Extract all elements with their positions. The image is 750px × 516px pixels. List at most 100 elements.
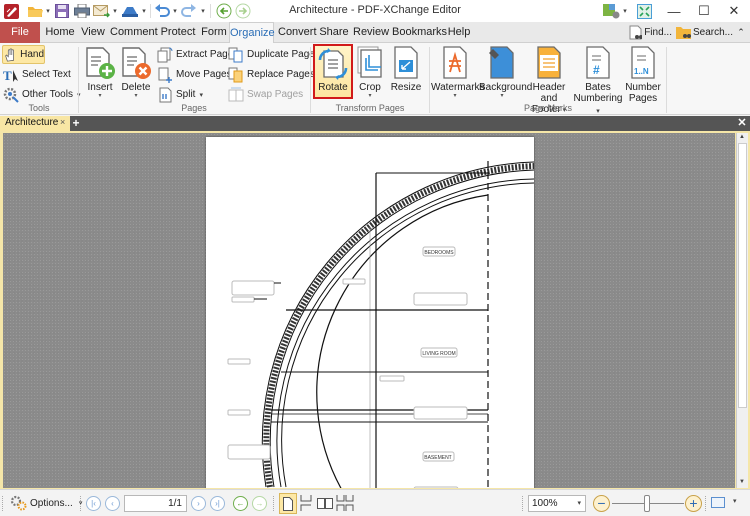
print-icon[interactable] xyxy=(74,3,90,19)
search-label: Search... xyxy=(692,26,733,38)
undo-dropdown-caret[interactable]: ▾ xyxy=(172,3,178,19)
resize-button[interactable]: Resize xyxy=(390,46,422,93)
document-tab-bar: Architecture × + ✕ xyxy=(0,116,750,131)
scan-icon[interactable] xyxy=(121,3,139,19)
find-button[interactable]: Find... xyxy=(628,22,672,43)
previous-page-button[interactable]: ‹ xyxy=(105,496,120,511)
facing-view-button[interactable] xyxy=(317,495,333,514)
tab-bookmarks[interactable]: Bookmarks xyxy=(392,22,447,43)
zoom-slider-thumb[interactable] xyxy=(644,495,650,512)
watermarks-button[interactable]: Watermarks ▾ xyxy=(431,46,485,100)
scroll-up-arrow[interactable]: ▲ xyxy=(739,134,745,140)
maximize-button[interactable]: ☐ xyxy=(688,0,720,22)
replace-pages-button[interactable]: Replace Pages xyxy=(228,65,315,84)
open-folder-icon[interactable] xyxy=(26,3,44,19)
zoom-out-button[interactable]: − xyxy=(593,495,610,512)
next-page-button[interactable]: › xyxy=(191,496,206,511)
extract-pages-button[interactable]: Extract Pages xyxy=(157,45,238,64)
options-button[interactable]: Options... ▾ xyxy=(10,495,82,511)
tab-organize[interactable]: Organize xyxy=(229,22,275,44)
tab-file[interactable]: File xyxy=(0,22,40,43)
app-window: Architecture - PDF-XChange Editor ▾ ▾ ▾ … xyxy=(0,0,750,516)
ribbon-tabs: File Home View Comment Protect Form Orga… xyxy=(0,22,750,44)
zoom-level-select[interactable]: 100% ▾ xyxy=(528,495,586,512)
single-page-view-button[interactable] xyxy=(279,493,297,514)
insert-pages-button[interactable]: Insert ▾ xyxy=(82,46,118,100)
hand-tool-button[interactable]: Hand xyxy=(2,45,45,64)
toolbar-grip[interactable] xyxy=(80,496,83,511)
tab-comment[interactable]: Comment xyxy=(110,22,158,43)
scroll-down-arrow[interactable]: ▼ xyxy=(739,479,745,485)
number-pages-button[interactable]: 1..N Number Pages xyxy=(624,46,662,104)
tab-convert[interactable]: Convert xyxy=(278,22,317,43)
first-page-button[interactable]: |‹ xyxy=(86,496,101,511)
tab-share[interactable]: Share xyxy=(319,22,349,43)
close-tab-icon[interactable]: × xyxy=(60,115,65,129)
tab-review[interactable]: Review xyxy=(353,22,389,43)
document-workspace: BEDROOMS LIVING ROOM BASEMENT ▲ ▼ xyxy=(0,131,750,489)
delete-pages-button[interactable]: Delete ▾ xyxy=(118,46,154,100)
crop-label: Crop xyxy=(359,82,381,93)
document-tab-architecture[interactable]: Architecture × xyxy=(0,116,70,131)
forward-icon[interactable] xyxy=(234,3,251,19)
other-tools-button[interactable]: Other Tools ▾ xyxy=(3,85,80,104)
group-separator xyxy=(666,47,667,113)
app-logo-icon[interactable] xyxy=(3,3,19,19)
crop-button[interactable]: Crop ▾ xyxy=(355,46,385,100)
save-icon[interactable] xyxy=(54,3,70,19)
delete-caret: ▾ xyxy=(134,93,138,99)
move-pages-icon xyxy=(158,67,172,83)
close-button[interactable]: ✕ xyxy=(718,0,750,22)
options-gear-icon xyxy=(10,495,27,511)
last-page-button[interactable]: ›| xyxy=(210,496,225,511)
redo-dropdown-caret[interactable]: ▾ xyxy=(200,3,206,19)
search-button[interactable]: Search... xyxy=(675,22,733,43)
background-caret: ▾ xyxy=(500,93,504,99)
scan-dropdown-caret[interactable]: ▾ xyxy=(141,3,147,19)
tab-home[interactable]: Home xyxy=(44,22,76,43)
close-all-tabs-icon[interactable]: ✕ xyxy=(736,116,748,131)
tab-form[interactable]: Form xyxy=(200,22,228,43)
open-dropdown-caret[interactable]: ▾ xyxy=(45,3,51,19)
fit-page-icon[interactable] xyxy=(711,497,725,508)
scrollbar-thumb[interactable] xyxy=(738,143,747,408)
new-tab-icon[interactable]: + xyxy=(71,116,81,131)
tab-view[interactable]: View xyxy=(80,22,106,43)
swap-pages-button: Swap Pages xyxy=(228,85,303,104)
back-icon[interactable] xyxy=(215,3,232,19)
collapse-ribbon-icon[interactable]: ⌃ xyxy=(734,22,748,43)
customize-dropdown-caret[interactable]: ▾ xyxy=(622,3,628,19)
minimize-button[interactable]: — xyxy=(658,0,690,22)
select-text-button[interactable]: T Select Text xyxy=(3,65,71,84)
tab-protect[interactable]: Protect xyxy=(160,22,196,43)
split-button[interactable]: Split ▾ xyxy=(157,85,203,104)
continuous-view-button[interactable] xyxy=(300,495,314,514)
previous-view-button[interactable]: ← xyxy=(233,496,248,511)
continuous-facing-view-button[interactable] xyxy=(336,495,354,514)
page-number-input[interactable]: 1/1 xyxy=(124,495,187,512)
move-pages-button[interactable]: Move Pages xyxy=(157,65,232,84)
toolbar-grip[interactable] xyxy=(2,496,5,511)
toolbar-grip[interactable] xyxy=(705,496,708,511)
architecture-drawing: BEDROOMS LIVING ROOM BASEMENT xyxy=(227,161,537,488)
insert-page-icon xyxy=(86,47,115,79)
split-label: Split xyxy=(176,89,196,100)
rotate-button[interactable]: Rotate xyxy=(313,44,353,99)
email-dropdown-caret[interactable]: ▾ xyxy=(112,3,118,19)
fullscreen-icon[interactable] xyxy=(636,3,652,19)
toolbar-grip[interactable] xyxy=(273,496,276,511)
document-canvas[interactable]: BEDROOMS LIVING ROOM BASEMENT xyxy=(3,133,735,488)
email-icon[interactable] xyxy=(93,3,111,19)
duplicate-pages-button[interactable]: Duplicate Pages xyxy=(228,45,320,64)
background-button[interactable]: Background ▾ xyxy=(479,46,532,100)
next-view-button[interactable]: → xyxy=(252,496,267,511)
tab-help[interactable]: Help xyxy=(446,22,472,43)
undo-icon[interactable] xyxy=(154,3,170,19)
vertical-scrollbar[interactable]: ▲ ▼ xyxy=(736,133,748,488)
redo-icon[interactable] xyxy=(181,3,197,19)
toolbar-grip[interactable] xyxy=(522,496,525,511)
fit-dropdown-caret[interactable]: ▾ xyxy=(733,497,737,505)
status-bar: Options... ▾ |‹ ‹ 1/1 › ›| ← → 100% ▾ − xyxy=(0,489,750,516)
customize-ui-icon[interactable] xyxy=(603,3,621,19)
zoom-in-button[interactable]: + xyxy=(685,495,702,512)
